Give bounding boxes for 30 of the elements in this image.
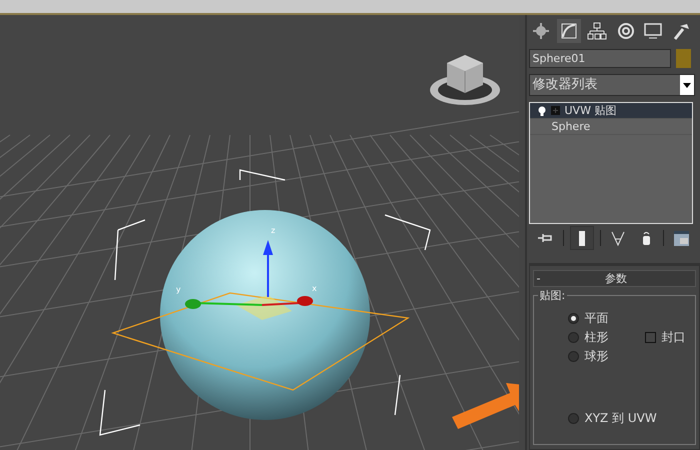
color-swatch[interactable] [676,49,690,68]
modifier-list-dropdown[interactable]: 修改器列表 [528,74,694,96]
checkbox-label[interactable]: 封口 [662,328,686,346]
checkbox[interactable] [644,332,656,342]
curve-icon[interactable] [556,19,580,43]
stack-item-label: UVW 贴图 [564,103,616,118]
rollout-title: 参数 [604,271,628,286]
name-field[interactable]: Sphere01 [528,49,670,68]
view-cube-icon[interactable] [430,55,500,105]
radio-button[interactable] [568,332,578,342]
bar-icon[interactable] [570,226,594,250]
stack-item[interactable]: Sphere [530,119,692,135]
radio-button[interactable] [568,412,578,424]
light-bulb-icon[interactable] [538,106,546,116]
radio-label[interactable]: XYZ 到 UVW [584,410,657,426]
group-label: 贴图: [538,288,568,303]
collapse-toggle[interactable]: - [534,272,550,285]
radio-label[interactable]: 平面 [584,310,608,326]
stack-item[interactable]: UVW 贴图 [530,103,692,119]
stack-item-label: Sphere [550,120,590,133]
dropdown-text: 修改器列表 [532,76,598,94]
axis-label: z [271,226,276,235]
axis-label: x [312,284,317,293]
radio-label[interactable]: 球形 [584,348,608,364]
radio-button[interactable] [568,350,578,362]
radio-button[interactable] [568,312,578,324]
arrow-drawing [452,383,518,429]
rollout-header[interactable]: - 参数 [532,270,696,287]
axis-label: y [176,285,181,294]
radio-label[interactable]: 柱形 [584,328,608,346]
